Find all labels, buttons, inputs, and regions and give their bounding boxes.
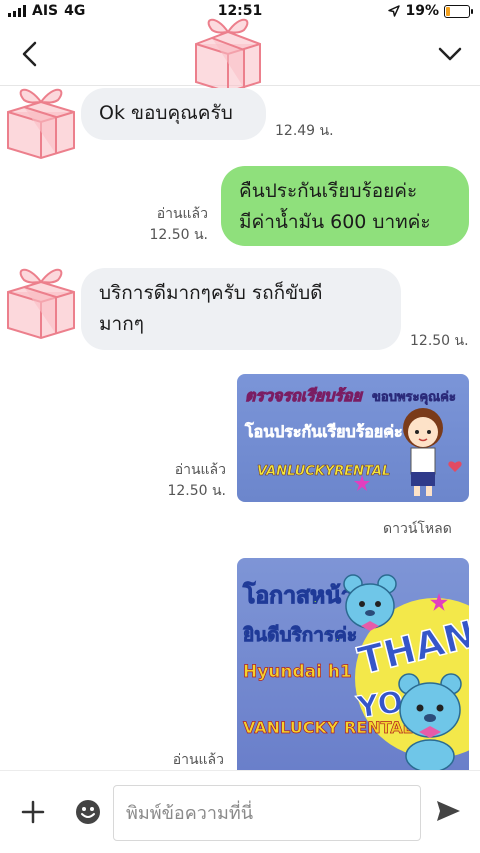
download-link[interactable]: ดาวน์โหลด <box>383 518 452 540</box>
battery-icon <box>444 4 473 18</box>
message-read-status: อ่านแล้ว 12.50 น. <box>149 206 208 243</box>
chevron-down-icon <box>438 47 462 61</box>
sticker-text: โอกาสหน้า <box>243 583 355 610</box>
message-text: Ok ขอบคุณครับ <box>99 102 233 124</box>
sticker-text: โอนประกันเรียบร้อยค่ะ <box>245 422 403 442</box>
add-attachment-button[interactable] <box>18 797 48 827</box>
sticker-text: ตรวจรถเรียบร้อย <box>245 386 363 406</box>
star-icon <box>354 475 370 491</box>
send-icon <box>437 801 460 821</box>
sticker-image[interactable]: ตรวจรถเรียบร้อย ขอบพระคุณค่ะ โอนประกันเร… <box>237 374 469 502</box>
message-text: มากๆ <box>99 313 144 335</box>
bear-icon <box>398 673 462 770</box>
battery-percent: 19% <box>405 3 439 19</box>
sticker-image[interactable]: โอกาสหน้า ยินดีบริการค่ะ Hyundai h1 VANL… <box>237 558 469 770</box>
message-text: มีค่าน้ำมัน 600 บาทค่ะ <box>239 211 431 233</box>
location-icon <box>388 5 401 17</box>
emoji-icon <box>76 800 100 824</box>
message-time: 12.50 น. <box>410 333 469 349</box>
star-icon <box>430 593 448 611</box>
message-input-bar <box>0 770 480 853</box>
message-text: บริการดีมากๆครับ รถก็ขับดี <box>99 282 323 304</box>
gift-avatar-icon <box>4 82 78 164</box>
gift-box-icon <box>190 8 266 98</box>
girl-character-icon <box>403 408 443 496</box>
sticker-text: ยินดีบริการค่ะ <box>243 624 358 647</box>
gift-avatar-icon <box>4 262 78 344</box>
bear-icon <box>343 574 397 631</box>
message-bubble-incoming[interactable]: บริการดีมากๆครับ รถก็ขับดี มากๆ <box>81 268 401 350</box>
menu-toggle-button[interactable] <box>434 38 466 70</box>
heart-icon <box>448 461 462 472</box>
back-button[interactable] <box>14 38 46 70</box>
chat-area[interactable]: Ok ขอบคุณครับ 12.49 น. อ่านแล้ว 12.50 น.… <box>0 86 480 770</box>
sticker-text: Hyundai h1 <box>243 662 353 683</box>
send-button[interactable] <box>434 797 462 825</box>
chevron-left-icon <box>22 41 37 67</box>
message-text: คืนประกันเรียบร้อยค่ะ <box>239 180 418 202</box>
plus-icon <box>21 800 45 824</box>
message-read-status: อ่านแล้ว 12.50 น. <box>167 462 226 499</box>
message-bubble-incoming[interactable]: Ok ขอบคุณครับ <box>81 88 266 140</box>
emoji-button[interactable] <box>74 798 102 826</box>
message-bubble-outgoing[interactable]: คืนประกันเรียบร้อยค่ะ มีค่าน้ำมัน 600 บา… <box>221 166 469 246</box>
message-read-status: อ่านแล้ว <box>172 752 224 768</box>
message-input[interactable] <box>113 785 421 841</box>
message-time: 12.49 น. <box>275 123 334 139</box>
